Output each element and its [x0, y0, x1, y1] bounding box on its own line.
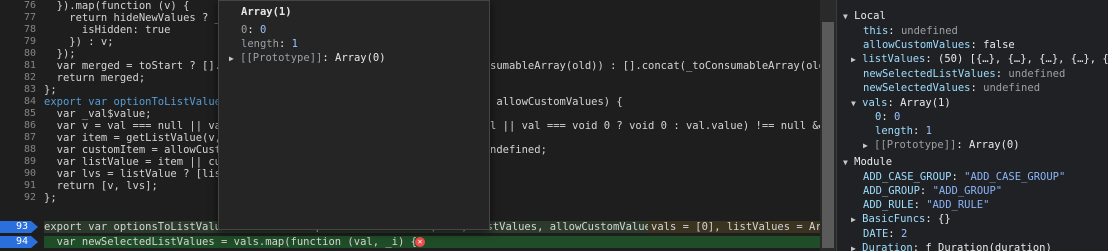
breakpoint-marker[interactable]: 94 — [0, 236, 38, 248]
line-number: 76 — [23, 0, 36, 11]
breakpoint-marker[interactable]: 93 — [0, 221, 38, 233]
code-fragment: sumableArray(old)) : [].concat(_toConsum… — [490, 60, 820, 72]
code-line: }; — [44, 192, 57, 204]
code-line: export var optionToListValue — [44, 96, 222, 108]
code-line: }; — [44, 84, 57, 96]
code-line: }) : v; — [44, 36, 114, 48]
scope-section-local[interactable]: ▼ Local — [843, 9, 886, 23]
code-line: var merged = toStart ? [].c — [44, 60, 228, 72]
line-number: 83 — [23, 84, 36, 95]
scope-panel[interactable]: ▼ Local this: undefined allowCustomValue… — [836, 0, 1108, 251]
expand-triangle-icon[interactable]: ▶ — [863, 141, 868, 150]
proto-value: Array(0) — [335, 52, 386, 64]
code-line: var listValue = item || cus — [44, 156, 228, 168]
line-number: 84 — [23, 96, 36, 107]
error-marker[interactable]: ✕ — [412, 236, 425, 248]
code-line: var _val$value; — [44, 108, 152, 120]
collapse-triangle-icon[interactable]: ▼ — [851, 99, 856, 108]
line-number: 86 — [23, 120, 36, 131]
collapse-triangle-icon[interactable]: ▼ — [843, 12, 848, 21]
line-number: 77 — [23, 12, 36, 23]
expand-triangle-icon[interactable]: ▶ — [851, 55, 856, 64]
inline-value: vals = [0], listValues = Arr — [648, 221, 820, 233]
scope-var-acg[interactable]: ADD_CASE_GROUP: "ADD_CASE_GROUP" — [863, 170, 1065, 184]
breakpoint-line-number: 94 — [15, 236, 28, 247]
code-line: return merged; — [44, 72, 146, 84]
collapse-triangle-icon[interactable]: ▼ — [843, 158, 848, 167]
code-line: }); — [44, 48, 76, 60]
value-popover[interactable]: Array(1) 0: 0 length: 1 ▶ [[Prototype]]:… — [218, 0, 490, 230]
code-line: return [v, lvs]; — [44, 180, 158, 192]
code-fragment: l || val === void 0 ? void 0 : val.value… — [490, 120, 820, 132]
popover-title: Array(1) — [241, 6, 292, 18]
code-line: var customItem = allowCusto — [44, 144, 228, 156]
scope-var-duration[interactable]: ▶ Duration: ƒ Duration(duration) — [851, 241, 1052, 251]
line-number: 92 — [23, 192, 36, 203]
line-number: 87 — [23, 132, 36, 143]
scope-vals-prototype[interactable]: ▶ [[Prototype]]: Array(0) — [863, 138, 1020, 152]
line-number: 81 — [23, 60, 36, 71]
length-key: length — [241, 38, 279, 50]
scope-var-nsl[interactable]: newSelectedListValues: undefined — [863, 67, 1065, 81]
scope-var-basicfuncs[interactable]: ▶ BasicFuncs: {} — [851, 212, 951, 226]
editor-scrollbar[interactable] — [820, 0, 836, 251]
line-gutter[interactable]: 76 77 78 79 80 81 82 83 84 85 86 87 88 8… — [0, 0, 44, 251]
line-number: 79 — [23, 36, 36, 47]
line-number: 88 — [23, 144, 36, 155]
line-number: 91 — [23, 180, 36, 191]
scope-section-module[interactable]: ▼ Module — [843, 155, 892, 169]
error-icon[interactable]: ✕ — [415, 237, 425, 247]
popover-length: length: 1 — [241, 38, 298, 50]
breakpoint-line-number: 93 — [15, 221, 28, 232]
scope-var-nsv[interactable]: newSelectedValues: undefined — [863, 81, 1040, 95]
scope-var-vals[interactable]: ▼ vals: Array(1) — [851, 96, 951, 110]
line-number: 85 — [23, 108, 36, 119]
code-line: isHidden: true — [44, 24, 171, 36]
code-line: var v = val === null || val — [44, 120, 228, 132]
expand-triangle-icon[interactable]: ▶ — [851, 244, 856, 251]
expand-triangle-icon[interactable]: ▶ — [229, 54, 234, 63]
popover-prototype[interactable]: ▶ [[Prototype]]: Array(0) — [229, 52, 386, 64]
scope-var-this[interactable]: this: undefined — [863, 24, 958, 38]
code-fragment: ndefined; — [490, 144, 547, 156]
line-number: 78 — [23, 24, 36, 35]
expand-triangle-icon[interactable]: ▶ — [851, 215, 856, 224]
entry-value: 0 — [259, 24, 267, 36]
popover-entry: 0: 0 — [241, 24, 267, 36]
proto-key: [[Prototype]] — [240, 52, 323, 64]
line-number: 89 — [23, 156, 36, 167]
code-line: var item = getListValue(v, — [44, 132, 222, 144]
scope-vals-length: length: 1 — [875, 125, 932, 137]
line-number: 80 — [23, 48, 36, 59]
code-line: }).map(function (v) { — [44, 0, 190, 12]
code-fragment: allowCustomValues) { — [490, 96, 623, 108]
scope-var-listvalues[interactable]: ▶ listValues: (50) [{…}, {…}, {…}, {…}, … — [851, 52, 1108, 66]
scope-var-ag[interactable]: ADD_GROUP: "ADD_GROUP" — [863, 184, 1002, 198]
scope-vals-entry: 0: 0 — [875, 111, 901, 123]
code-line: var newSelectedListValues = vals.map(fun… — [44, 236, 417, 248]
scope-var-ar[interactable]: ADD_RULE: "ADD_RULE" — [863, 198, 989, 212]
length-value: 1 — [291, 38, 298, 50]
line-number: 82 — [23, 72, 36, 83]
scrollbar-thumb[interactable] — [822, 22, 834, 248]
inline-value-preview: vals = [0], listValues = Arr — [648, 221, 820, 233]
code-line: var lvs = listValue ? [list — [44, 168, 228, 180]
line-number: 90 — [23, 168, 36, 179]
scope-var-date[interactable]: DATE: 2 — [863, 227, 907, 241]
scope-var-allow[interactable]: allowCustomValues: false — [863, 38, 1015, 52]
code-line: return hideNewValues ? _ — [44, 12, 222, 24]
